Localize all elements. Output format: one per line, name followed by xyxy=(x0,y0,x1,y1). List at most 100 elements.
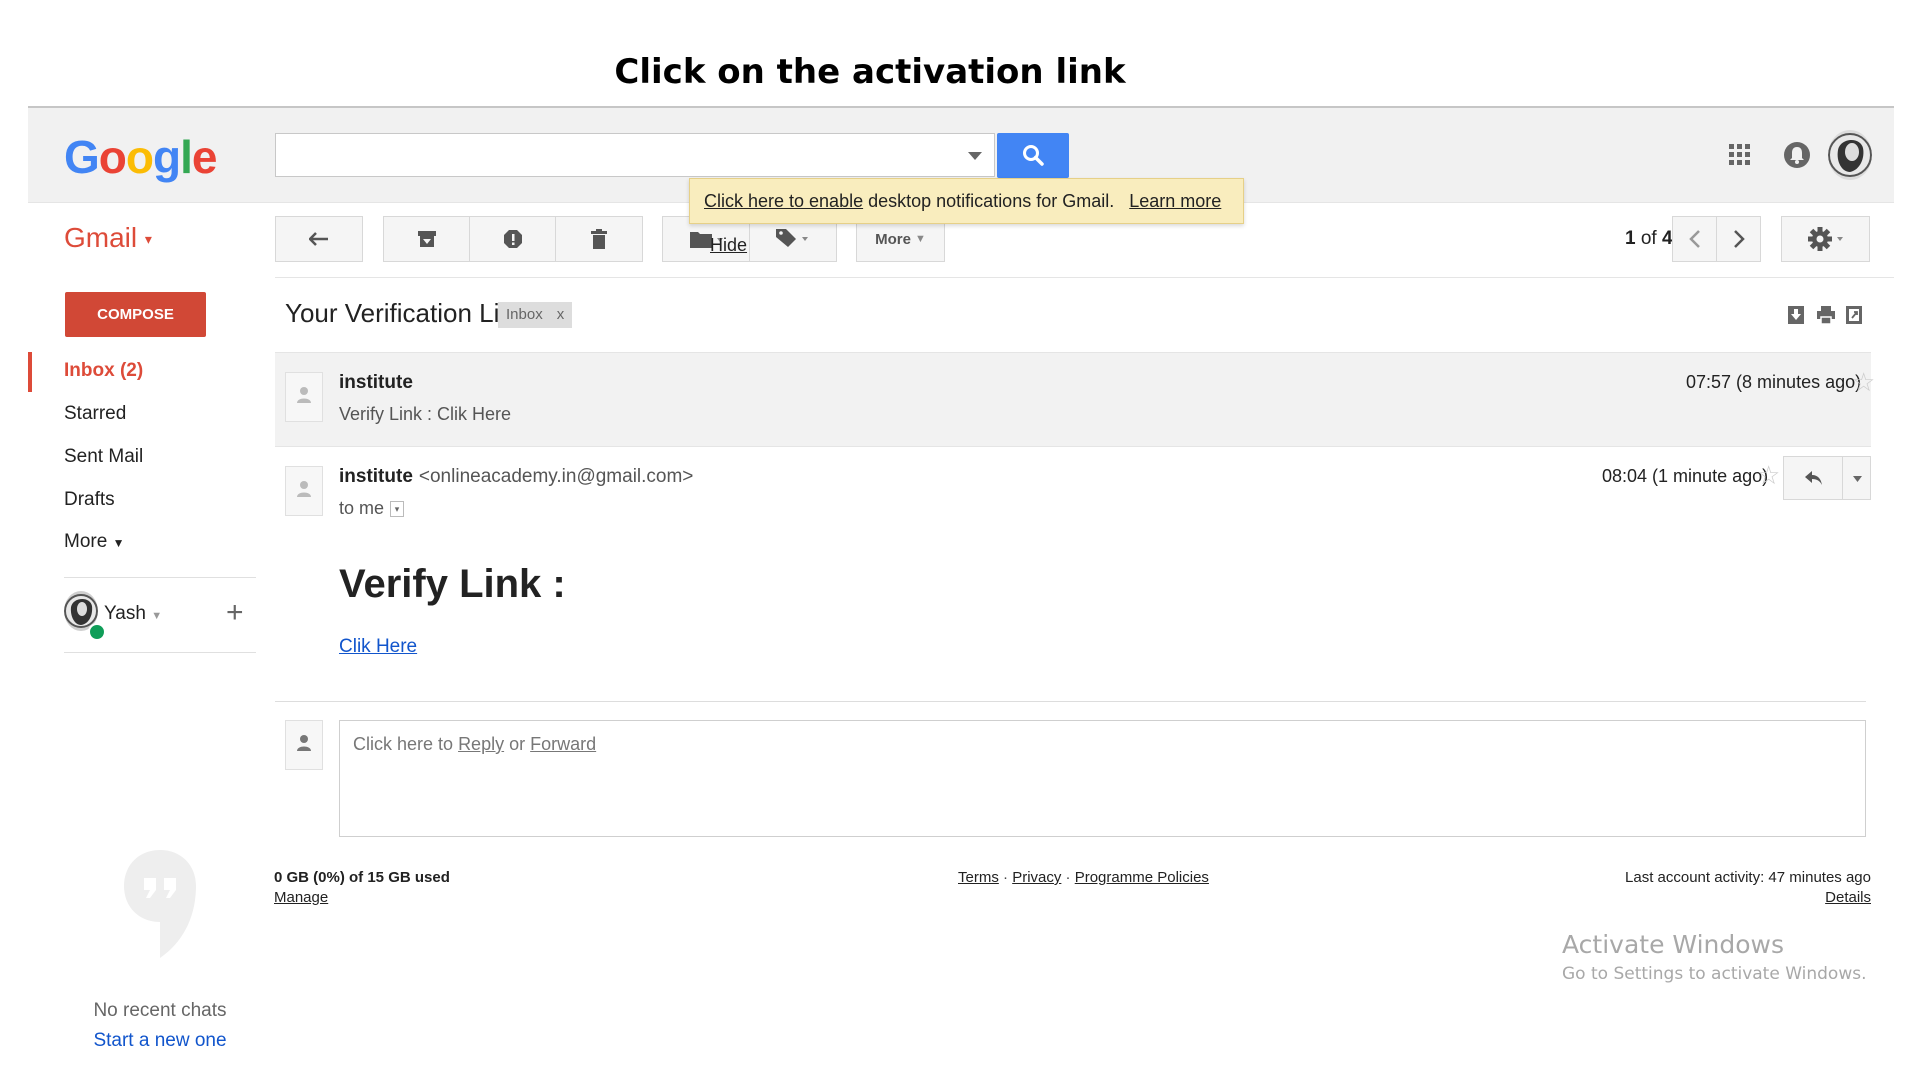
sidebar-item-more[interactable]: More ▼ xyxy=(64,531,124,553)
person-icon xyxy=(297,735,311,751)
chevron-down-icon[interactable] xyxy=(1853,476,1862,482)
pager-total: 4 xyxy=(1662,228,1673,249)
chevron-down-icon: ▼ xyxy=(112,536,125,550)
more-label: More xyxy=(875,230,911,248)
my-avatar xyxy=(285,720,323,770)
search-options-icon[interactable] xyxy=(968,152,982,160)
star-icon[interactable]: ☆ xyxy=(1852,367,1875,398)
person-icon xyxy=(297,481,311,497)
hangouts-user-name: Yash xyxy=(104,603,146,624)
settings-icon xyxy=(1807,227,1843,251)
print-icon[interactable] xyxy=(1817,306,1835,324)
logo-letter: o xyxy=(125,131,154,183)
hide-link[interactable]: Hide xyxy=(710,235,747,255)
archive-button[interactable] xyxy=(383,216,470,262)
search-input[interactable] xyxy=(275,133,995,177)
chevron-right-icon xyxy=(1733,230,1745,248)
message-time: 08:04 (1 minute ago) xyxy=(1602,466,1769,486)
email-body-heading: Verify Link : xyxy=(339,562,566,606)
person-icon xyxy=(297,387,311,403)
compose-button[interactable]: COMPOSE xyxy=(65,292,206,337)
settings-button[interactable] xyxy=(1781,216,1870,262)
thread-subject: Your Verification Link xyxy=(285,298,527,328)
activity-details-link[interactable]: Details xyxy=(0,889,1871,906)
star-icon[interactable]: ☆ xyxy=(1757,460,1780,491)
verification-link[interactable]: Clik Here xyxy=(339,636,417,658)
inbox-label-chip: Inbox x xyxy=(498,302,573,328)
logo-letter: g xyxy=(153,131,181,183)
recipient-text: to me xyxy=(339,498,385,518)
online-status-icon xyxy=(88,623,106,641)
pager-of: of xyxy=(1640,228,1657,249)
apps-icon[interactable] xyxy=(1729,144,1751,166)
expand-all-icon[interactable] xyxy=(1788,306,1804,324)
reply-prompt-text: Click here to xyxy=(353,734,454,754)
sidebar-item-starred[interactable]: Starred xyxy=(64,403,126,425)
account-avatar[interactable] xyxy=(1828,130,1872,180)
spam-icon xyxy=(504,230,522,248)
remove-label-button[interactable]: x xyxy=(557,306,565,323)
learn-more-link[interactable]: Learn more xyxy=(1129,191,1221,211)
hangouts-user[interactable]: Yash ▼ xyxy=(104,603,162,625)
reply-button[interactable] xyxy=(1783,456,1871,500)
forward-link[interactable]: Forward xyxy=(530,734,596,754)
sidebar-divider xyxy=(64,652,256,653)
delete-button[interactable] xyxy=(555,216,643,262)
message-divider xyxy=(275,701,1866,702)
sidebar-item-sent-mail[interactable]: Sent Mail xyxy=(64,446,143,468)
chevron-left-icon xyxy=(1689,230,1700,248)
sidebar-item-drafts[interactable]: Drafts xyxy=(64,489,115,511)
sender-name: institute xyxy=(339,466,413,487)
reply-icon xyxy=(1805,471,1822,485)
sender-avatar xyxy=(285,466,323,516)
search-button[interactable] xyxy=(997,133,1069,178)
last-account-activity: Last account activity: 47 minutes ago xyxy=(1625,869,1871,886)
reply-link[interactable]: Reply xyxy=(458,734,504,754)
notifications-icon[interactable] xyxy=(1783,140,1811,170)
logo-letter: G xyxy=(64,131,100,183)
notification-text: desktop notifications for Gmail. xyxy=(868,191,1115,211)
logo-letter: o xyxy=(98,131,127,183)
message-sender: institute <onlineacademy.in@gmail.com> xyxy=(339,466,693,488)
older-button[interactable] xyxy=(1716,216,1761,262)
message-sender: institute xyxy=(339,372,413,393)
sender-avatar xyxy=(285,372,323,422)
back-icon xyxy=(309,232,328,246)
message-collapsed[interactable] xyxy=(275,352,1871,447)
logo-letter: l xyxy=(180,131,193,183)
label-name: Inbox xyxy=(506,306,543,323)
label-icon xyxy=(776,229,808,247)
gmail-label: Gmail xyxy=(64,222,138,253)
toolbar-divider xyxy=(275,277,1894,278)
sidebar-divider xyxy=(64,577,256,578)
sidebar-item-inbox[interactable]: Inbox (2) xyxy=(64,360,143,382)
chevron-down-icon: ▼ xyxy=(151,610,163,622)
enable-notifications-link[interactable]: Click here to enable xyxy=(704,191,863,211)
start-new-chat-link[interactable]: Start a new one xyxy=(70,1030,250,1052)
activate-windows-title: Activate Windows xyxy=(1562,930,1784,959)
archive-icon xyxy=(418,231,436,247)
recipient-line: to me ▾ xyxy=(339,498,405,519)
desktop-notification-banner: Click here to enable desktop notificatio… xyxy=(689,178,1244,255)
back-to-inbox-button[interactable] xyxy=(275,216,363,262)
logo-letter: e xyxy=(191,131,218,183)
message-time: 07:57 (8 minutes ago) xyxy=(1686,372,1862,392)
or-text: or xyxy=(509,734,526,754)
show-details-button[interactable]: ▾ xyxy=(390,501,405,518)
sidebar-more-label: More xyxy=(64,531,108,552)
active-indicator xyxy=(28,352,32,392)
activate-windows-subtitle: Go to Settings to activate Windows. xyxy=(1562,964,1867,984)
delete-icon xyxy=(591,229,607,249)
sender-email: <onlineacademy.in@gmail.com> xyxy=(418,466,694,487)
newer-button[interactable] xyxy=(1672,216,1717,262)
chevron-down-icon: ▼ xyxy=(914,233,926,245)
report-spam-button[interactable] xyxy=(469,216,556,262)
reply-prompt: Click here to Reply or Forward xyxy=(353,734,596,755)
message-snippet: Verify Link : Clik Here xyxy=(339,404,512,424)
gmail-menu[interactable]: Gmail ▾ xyxy=(64,222,152,254)
new-conversation-icon[interactable]: + xyxy=(226,596,244,630)
google-logo[interactable]: Google xyxy=(64,130,218,184)
pager-current: 1 xyxy=(1625,228,1636,249)
slide-caption: Click on the activation link xyxy=(614,52,1126,92)
new-window-icon[interactable] xyxy=(1846,306,1862,324)
